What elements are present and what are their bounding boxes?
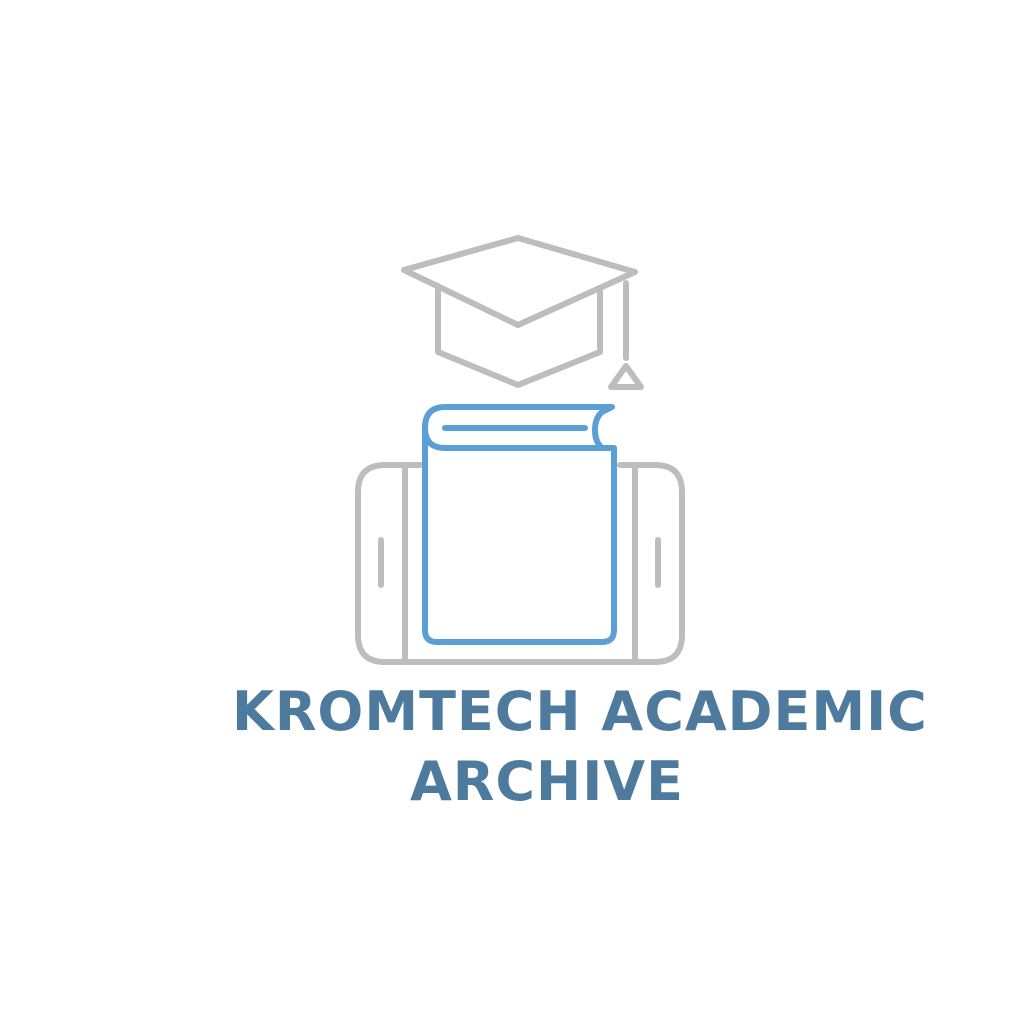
graduation-cap-icon	[401, 235, 644, 390]
brand-title-line2: ARCHIVE	[410, 750, 684, 813]
logo-canvas: KROMTECH ACADEMIC ARCHIVE	[0, 0, 1025, 1025]
brand-title-line1: KROMTECH ACADEMIC	[232, 680, 928, 743]
phone-icon	[355, 462, 685, 665]
logo-mark	[355, 235, 685, 665]
book-icon	[422, 404, 617, 645]
